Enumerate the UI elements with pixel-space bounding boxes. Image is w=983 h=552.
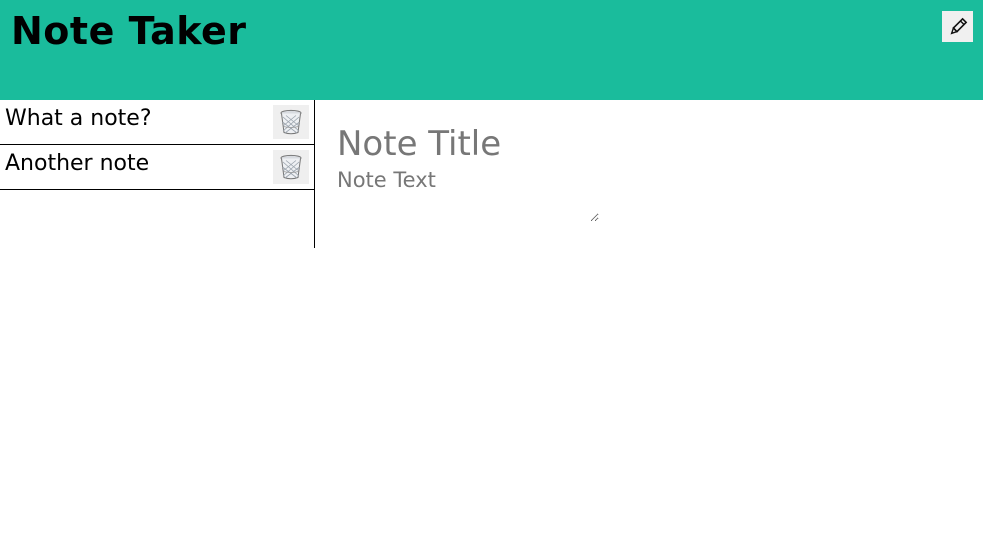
note-title-input[interactable] — [337, 124, 837, 164]
note-editor — [337, 124, 837, 222]
note-title-label[interactable]: What a note? — [5, 105, 152, 133]
note-title-label[interactable]: Another note — [5, 150, 149, 178]
note-list-item[interactable]: Another note — [0, 145, 314, 190]
note-list-item[interactable]: What a note? — [0, 100, 314, 145]
delete-note-button[interactable] — [273, 150, 309, 184]
trash-icon — [280, 109, 302, 135]
app-title: Note Taker — [11, 9, 247, 53]
delete-note-button[interactable] — [273, 105, 309, 139]
header-bar: Note Taker — [0, 0, 983, 100]
trash-icon — [280, 154, 302, 180]
notes-sidebar: What a note? Another note — [0, 100, 315, 248]
note-text-textarea[interactable] — [337, 168, 599, 222]
new-note-button[interactable] — [942, 11, 973, 42]
pencil-icon — [950, 17, 967, 34]
